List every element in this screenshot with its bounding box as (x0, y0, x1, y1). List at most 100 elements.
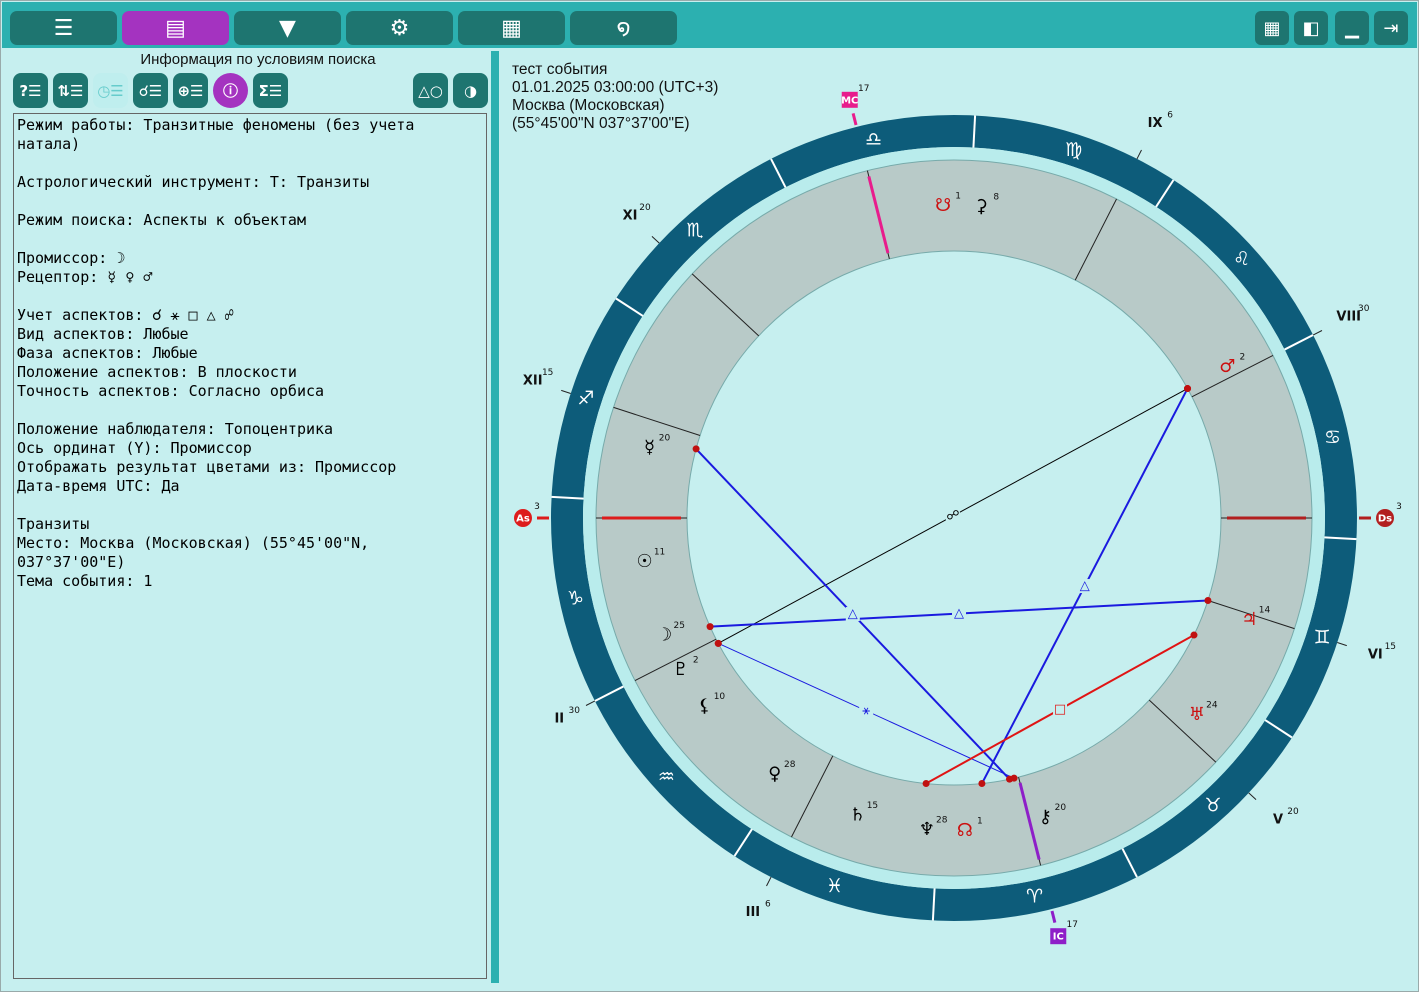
house-number: III (746, 905, 761, 920)
aspect-glyph: △ (1080, 579, 1090, 594)
info-line: Фаза аспектов: Любые (17, 344, 198, 362)
search-info-panel: Информация по условиям поиска ?☰ ⇅☰ ◷☰ ☌… (8, 48, 489, 984)
tab-list[interactable]: ☰ (10, 11, 117, 45)
house-degree: 6 (765, 900, 771, 910)
neptune-glyph: ♆ (919, 819, 935, 840)
south-node-glyph: ☋ (935, 195, 951, 216)
minimize-button[interactable]: ▁ (1335, 11, 1369, 45)
uranus-degree: 24 (1206, 701, 1218, 711)
globe-list-button[interactable]: ⊕☰ (173, 73, 208, 108)
info-line: Место: Москва (Московская) (55°45'00"N, … (17, 534, 379, 571)
chiron-degree: 20 (1055, 803, 1067, 813)
sun-glyph: ☉ (636, 551, 652, 572)
venus-degree: 28 (784, 760, 796, 770)
sigma-list-button[interactable]: Σ☰ (253, 73, 288, 108)
panel-title: Информация по условиям поиска (140, 51, 376, 68)
layout-icon: ▤ (165, 15, 186, 41)
tab-galaxy[interactable]: ໑ (570, 11, 677, 45)
angle-degree: 17 (858, 84, 869, 94)
zodiac-sign-glyph: ♓ (826, 875, 843, 897)
grid-icon: ▦ (1263, 17, 1281, 39)
lilith-glyph: ⚸ (698, 696, 711, 717)
info-line: Точность аспектов: Согласно орбиса (17, 382, 325, 400)
info-line: Рецептор: ☿ ♀ ♂ (17, 268, 153, 286)
south-node-degree: 1 (955, 192, 961, 202)
sigma-list-icon: Σ☰ (258, 81, 283, 100)
panel-splitter[interactable] (491, 51, 499, 983)
mars-glyph: ♂ (1219, 356, 1235, 377)
event-name: тест события (512, 61, 608, 78)
info-button[interactable]: ⓘ (213, 73, 248, 108)
tab-calculator[interactable]: ▦ (458, 11, 565, 45)
exit-button[interactable]: ⇥ (1374, 11, 1408, 45)
yin-yang-button[interactable]: ◑ (453, 73, 488, 108)
house-cusp-tick (766, 876, 772, 887)
house-cusp-tick (1136, 149, 1142, 160)
moon-glyph: ☽ (656, 625, 672, 646)
zodiac-sign-glyph: ♈ (1026, 886, 1043, 908)
house-cusp-tick (561, 389, 571, 394)
zodiac-sign-glyph: ♏ (687, 219, 704, 241)
house-degree: 20 (1287, 807, 1299, 817)
ceres-degree: 8 (993, 193, 999, 203)
house-degree: 15 (542, 368, 553, 378)
grid-button[interactable]: ▦ (1255, 11, 1289, 45)
tab-dropdown[interactable]: ▼ (234, 11, 341, 45)
aspect-endpoint (1184, 385, 1192, 393)
angle-label: MC (841, 95, 858, 106)
jupiter-glyph: ♃ (1241, 609, 1257, 630)
angle-degree: 3 (534, 502, 540, 512)
calculator-icon: ▦ (501, 15, 522, 41)
top-toolbar: ☰ ▤ ▼ ⚙ ▦ ໑ ▦ ◧ ▁ ⇥ (2, 2, 1417, 48)
aspects-list-button[interactable]: ☌☰ (133, 73, 168, 108)
info-line (17, 154, 483, 173)
angle-degree: 3 (1396, 502, 1402, 512)
info-line: Режим работы: Транзитные феномены (без у… (17, 116, 424, 153)
info-line: Астрологический инструмент: Т: Транзиты (17, 173, 370, 191)
minimize-icon: ▁ (1345, 17, 1359, 39)
zodiac-sign-glyph: ♍ (1065, 139, 1082, 161)
house-number: XII (523, 374, 543, 389)
house-number: XI (623, 208, 638, 223)
clock-list-button[interactable]: ◷☰ (93, 73, 128, 108)
filter-list-button[interactable]: ⇅☰ (53, 73, 88, 108)
mercury-glyph: ☿ (644, 437, 655, 458)
saturn-degree: 15 (867, 801, 878, 811)
house-cusp-tick (585, 700, 596, 706)
exit-icon: ⇥ (1383, 17, 1399, 39)
info-line: Промиссор: ☽ (17, 249, 126, 267)
panel-toggle-button[interactable]: ◧ (1294, 11, 1328, 45)
house-degree: 6 (1167, 110, 1173, 120)
mars-degree: 2 (1239, 352, 1245, 362)
aspect-endpoint (1190, 631, 1198, 639)
aspect-endpoint (714, 639, 722, 647)
sun-degree: 11 (654, 547, 665, 557)
info-line: Положение наблюдателя: Топоцентрика (17, 420, 334, 438)
angle-degree: 17 (1067, 920, 1078, 930)
info-line: Учет аспектов: ☌ ⚹ □ △ ☍ (17, 306, 234, 324)
gear-icon: ⚙ (389, 15, 410, 41)
north-node-glyph: ☊ (957, 820, 973, 841)
zodiac-sign-glyph: ♌ (1233, 248, 1250, 270)
ceres-glyph: ⚳ (975, 196, 988, 217)
aspect-glyph: △ (954, 606, 964, 621)
tab-settings[interactable]: ⚙ (346, 11, 453, 45)
pluto-glyph: ♇ (673, 659, 689, 680)
angle-label: As (516, 514, 530, 525)
moon-degree: 25 (674, 621, 685, 631)
house-degree: 20 (639, 203, 651, 213)
search-conditions-text[interactable]: Режим работы: Транзитные феномены (без у… (13, 113, 487, 979)
tab-layout[interactable]: ▤ (122, 11, 229, 45)
natal-wheel[interactable]: ♈♉♊♋♌♍♎♏♐♑♒♓As3Ds3MC17IC17III6II30XII15X… (500, 51, 1415, 984)
help-list-button[interactable]: ?☰ (13, 73, 48, 108)
info-line: Тема события: 1 (17, 572, 153, 590)
angle-tick (1050, 910, 1057, 923)
info-line: Ось ординат (Y): Промиссор (17, 439, 252, 457)
pluto-degree: 2 (693, 656, 699, 666)
shapes-button[interactable]: △○ (413, 73, 448, 108)
angle-tick (851, 113, 858, 126)
app-window: ☰ ▤ ▼ ⚙ ▦ ໑ ▦ ◧ ▁ ⇥ Информация по услови… (0, 0, 1419, 992)
house-number: V (1273, 813, 1283, 828)
info-line (17, 496, 483, 515)
jupiter-degree: 14 (1259, 606, 1271, 616)
